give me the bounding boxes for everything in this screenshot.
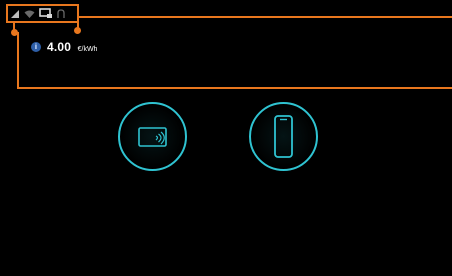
signal-icon bbox=[10, 9, 20, 19]
phone-payment-option[interactable] bbox=[249, 102, 318, 171]
card-payment-option[interactable] bbox=[118, 102, 187, 171]
price-anchor-dot bbox=[74, 27, 81, 34]
price-display: i 4.00 €/kWh bbox=[31, 38, 97, 56]
smartphone-icon bbox=[274, 115, 293, 158]
display-icon bbox=[39, 8, 53, 19]
card-reader-icon bbox=[57, 8, 65, 19]
wifi-icon bbox=[24, 9, 35, 19]
contactless-card-icon bbox=[138, 127, 167, 147]
info-icon[interactable]: i bbox=[31, 42, 41, 52]
status-bar bbox=[10, 6, 65, 21]
price-value: 4.00 bbox=[47, 40, 72, 54]
price-unit: €/kWh bbox=[77, 46, 98, 53]
price-callout-top-line bbox=[77, 16, 452, 18]
